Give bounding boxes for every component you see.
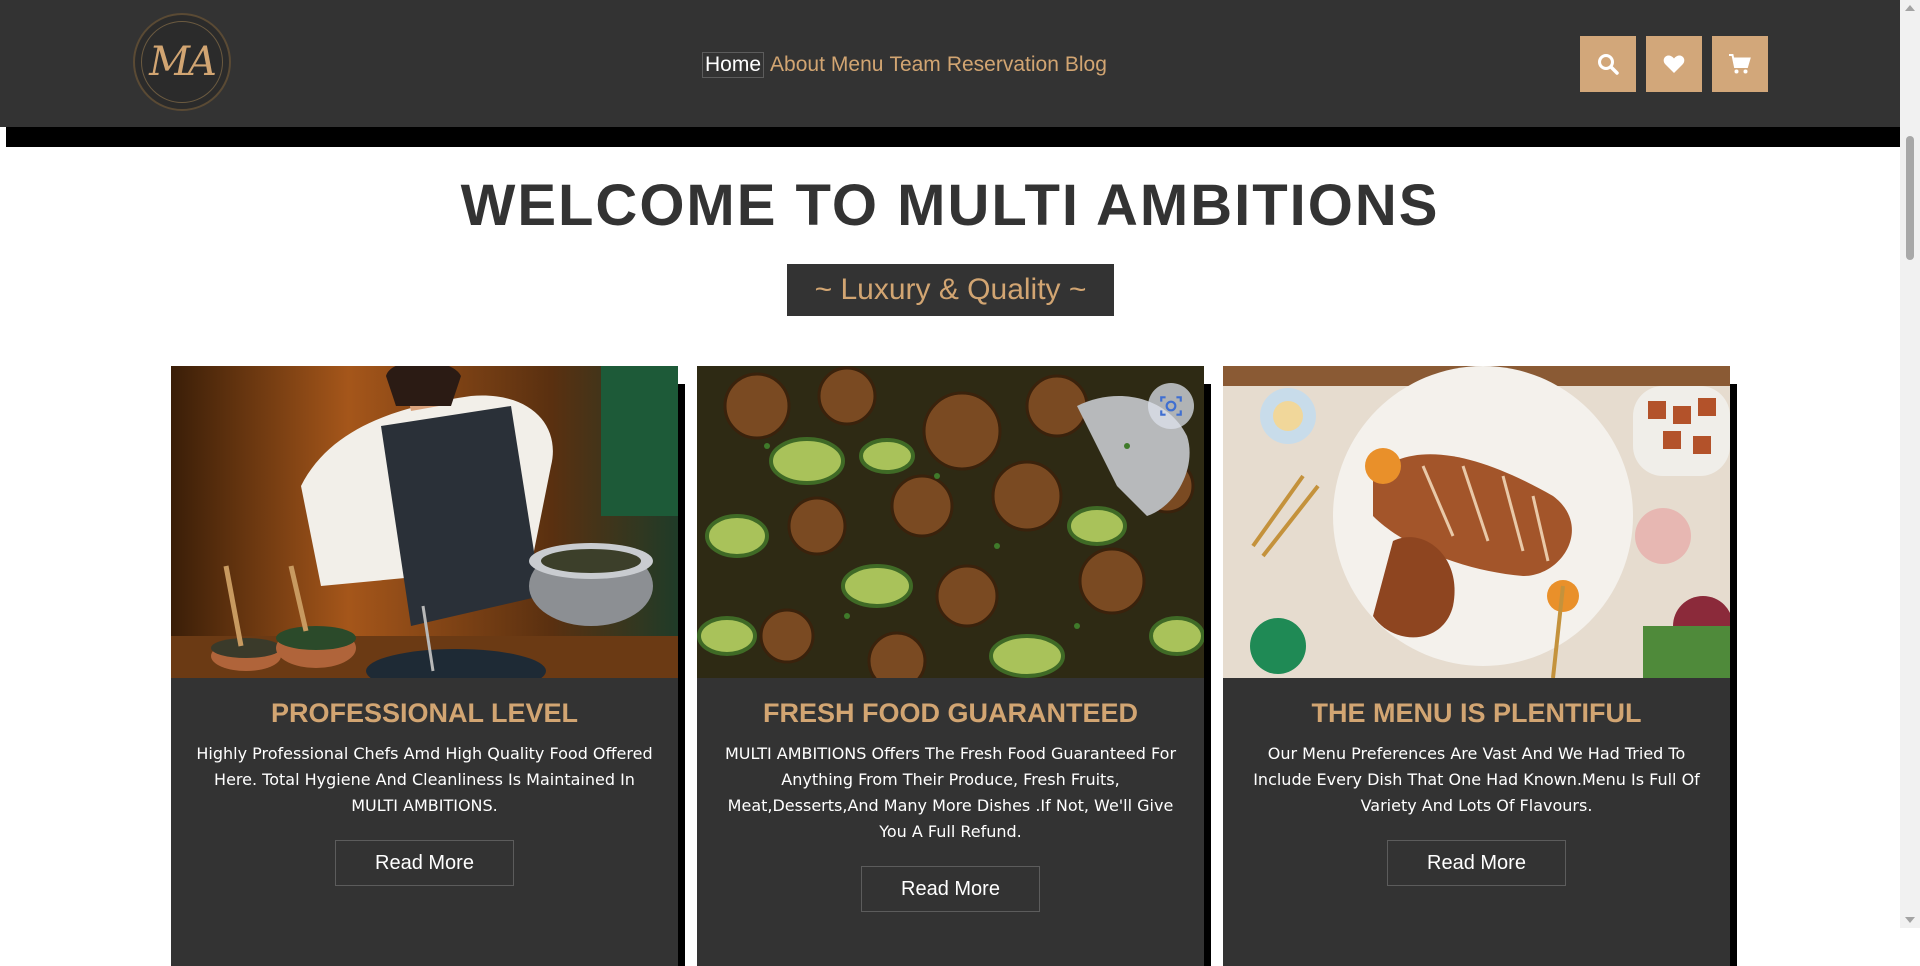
nav-item-menu[interactable]: Menu bbox=[831, 53, 884, 77]
page-scrollbar[interactable] bbox=[1900, 0, 1920, 928]
read-more-button[interactable]: Read More bbox=[861, 866, 1040, 912]
feature-card: THE MENU IS PLENTIFUL Our Menu Preferenc… bbox=[1223, 366, 1730, 966]
card-description: MULTI AMBITIONS Offers The Fresh Food Gu… bbox=[724, 744, 1177, 841]
scrollbar-thumb[interactable] bbox=[1906, 136, 1914, 260]
brand-logo[interactable]: MA bbox=[133, 13, 231, 111]
nav-item-reservation[interactable]: Reservation bbox=[947, 53, 1059, 77]
card-title: PROFESSIONAL LEVEL bbox=[270, 698, 579, 728]
chef-cooking-photo bbox=[171, 366, 678, 678]
feature-card: FRESH FOOD GUARANTEED MULTI AMBITIONS Of… bbox=[697, 366, 1204, 966]
heart-icon bbox=[1663, 55, 1685, 73]
cart-button[interactable] bbox=[1712, 36, 1768, 92]
site-header: MA Home About Menu Team Reservation Blog bbox=[0, 0, 1900, 127]
visual-search-button[interactable] bbox=[1148, 383, 1194, 429]
main-nav: Home About Menu Team Reservation Blog bbox=[702, 50, 1113, 80]
nav-item-team[interactable]: Team bbox=[889, 53, 940, 77]
logo-text: MA bbox=[149, 39, 217, 85]
mushroom-zucchini-photo bbox=[697, 366, 1204, 678]
card-title: THE MENU IS PLENTIFUL bbox=[1311, 698, 1642, 728]
nav-item-home[interactable]: Home bbox=[702, 52, 765, 78]
scroll-up-arrow-icon[interactable] bbox=[1905, 5, 1915, 11]
read-more-button[interactable]: Read More bbox=[335, 840, 514, 886]
lens-scan-icon bbox=[1160, 396, 1182, 416]
card-description: Our Menu Preferences Are Vast And We Had… bbox=[1253, 744, 1700, 815]
wishlist-button[interactable] bbox=[1646, 36, 1702, 92]
card-title: FRESH FOOD GUARANTEED bbox=[762, 698, 1138, 728]
feature-card: PROFESSIONAL LEVEL Highly Professional C… bbox=[171, 366, 678, 966]
nav-item-blog[interactable]: Blog bbox=[1065, 53, 1107, 77]
roast-dinner-table-photo bbox=[1223, 366, 1730, 678]
cart-icon bbox=[1729, 54, 1751, 74]
nav-item-about[interactable]: About bbox=[770, 53, 825, 77]
page-title: WELCOME TO MULTI AMBITIONS bbox=[460, 173, 1440, 238]
search-button[interactable] bbox=[1580, 36, 1636, 92]
read-more-button[interactable]: Read More bbox=[1387, 840, 1566, 886]
header-shadow-band bbox=[6, 127, 1900, 147]
scroll-down-arrow-icon[interactable] bbox=[1905, 917, 1915, 923]
card-description: Highly Professional Chefs Amd High Quali… bbox=[196, 744, 653, 815]
tagline-badge: ~ Luxury & Quality ~ bbox=[787, 264, 1114, 316]
search-icon bbox=[1598, 54, 1619, 75]
